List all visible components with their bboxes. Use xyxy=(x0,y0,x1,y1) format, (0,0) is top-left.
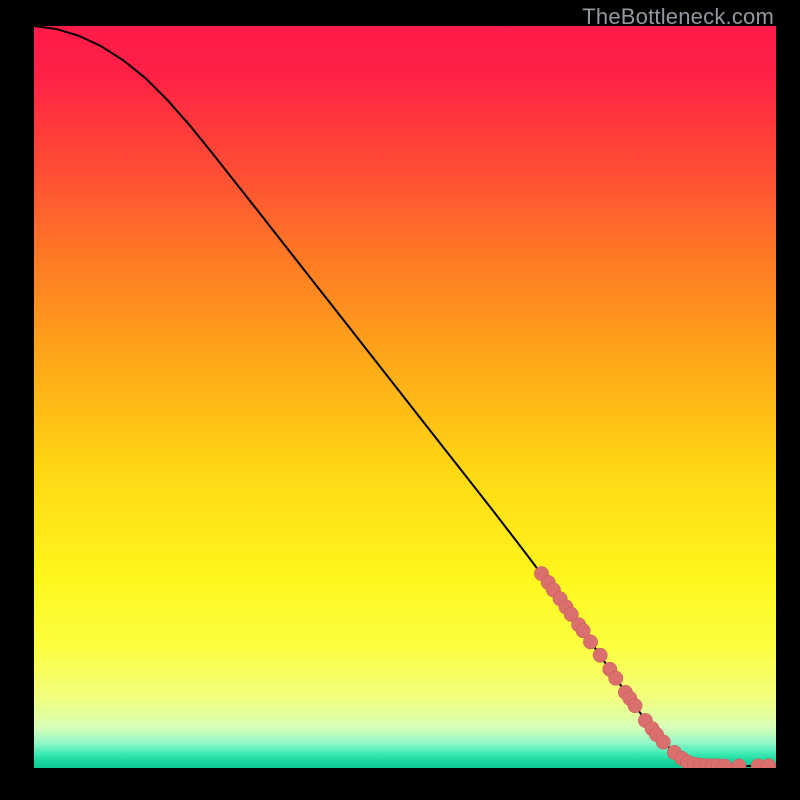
chart-stage: TheBottleneck.com xyxy=(0,0,800,800)
data-point xyxy=(609,671,623,685)
plot-area xyxy=(34,26,776,768)
data-point xyxy=(656,735,670,749)
data-point xyxy=(628,698,642,712)
data-point xyxy=(583,635,597,649)
chart-svg xyxy=(34,26,776,768)
data-point xyxy=(593,648,607,662)
